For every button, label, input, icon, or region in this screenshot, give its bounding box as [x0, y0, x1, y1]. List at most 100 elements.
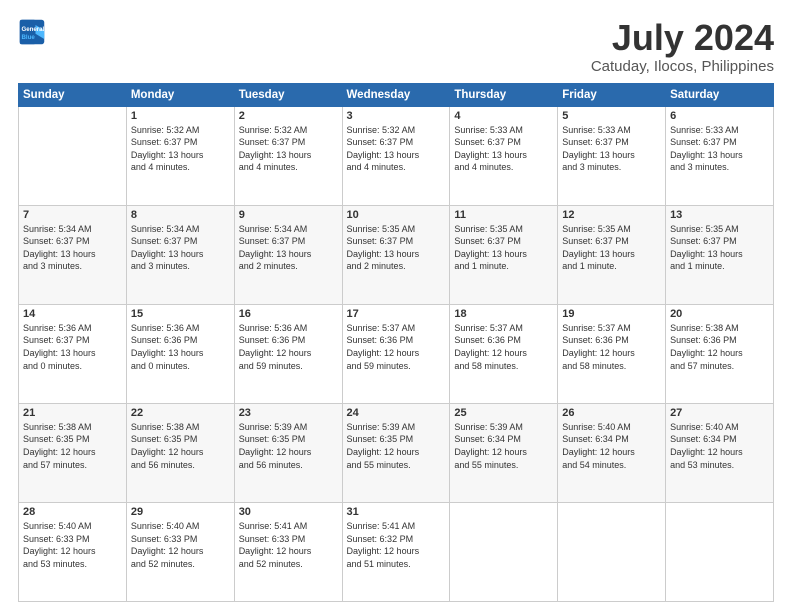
calendar-cell: 23Sunrise: 5:39 AM Sunset: 6:35 PM Dayli… [234, 403, 342, 502]
cell-text: Sunrise: 5:41 AM Sunset: 6:33 PM Dayligh… [239, 520, 338, 570]
calendar-cell: 4 Sunrise: 5:33 AM Sunset: 6:37 PM Daylig… [450, 106, 558, 205]
calendar-cell: 14 Sunrise: 5:36 AM Sunset: 6:37 PM Dayli… [19, 304, 127, 403]
day-number: 15 [131, 308, 230, 320]
cell-text: Sunrise: 5:37 AM Sunset: 6:36 PM Dayligh… [347, 322, 446, 372]
calendar-day-header: Thursday [450, 83, 558, 106]
calendar-cell: 30Sunrise: 5:41 AM Sunset: 6:33 PM Dayli… [234, 502, 342, 601]
calendar-header-row: SundayMondayTuesdayWednesdayThursdayFrid… [19, 83, 774, 106]
calendar-cell: 26 Sunrise: 5:40 AM Sunset: 6:34 PM Dayli… [558, 403, 666, 502]
day-number: 22 [131, 407, 230, 419]
cell-text: Sunrise: 5:34 AM Sunset: 6:37 PM Dayligh… [239, 223, 338, 273]
day-number: 18 [454, 308, 553, 320]
calendar-cell: 16 Sunrise: 5:36 AM Sunset: 6:36 PM Dayli… [234, 304, 342, 403]
day-number: 16 [239, 308, 338, 320]
cell-text: Sunrise: 5:35 AM Sunset: 6:37 PM Dayligh… [562, 223, 661, 273]
cell-text: Sunrise: 5:40 AM Sunset: 6:34 PM Dayligh… [562, 421, 661, 471]
day-number: 13 [670, 209, 769, 221]
calendar-cell: 8 Sunrise: 5:34 AM Sunset: 6:37 PM Daylig… [126, 205, 234, 304]
cell-text: Sunrise: 5:32 AM Sunset: 6:37 PM Dayligh… [131, 124, 230, 174]
calendar-cell: 15 Sunrise: 5:36 AM Sunset: 6:36 PM Dayli… [126, 304, 234, 403]
day-number: 9 [239, 209, 338, 221]
calendar-week-row: 28Sunrise: 5:40 AM Sunset: 6:33 PM Dayli… [19, 502, 774, 601]
calendar-cell: 2 Sunrise: 5:32 AM Sunset: 6:37 PM Daylig… [234, 106, 342, 205]
calendar-cell: 9 Sunrise: 5:34 AM Sunset: 6:37 PM Daylig… [234, 205, 342, 304]
day-number: 24 [347, 407, 446, 419]
day-number: 10 [347, 209, 446, 221]
cell-text: Sunrise: 5:36 AM Sunset: 6:36 PM Dayligh… [131, 322, 230, 372]
calendar-cell: 13 Sunrise: 5:35 AM Sunset: 6:37 PM Dayli… [666, 205, 774, 304]
calendar-cell: 12 Sunrise: 5:35 AM Sunset: 6:37 PM Dayli… [558, 205, 666, 304]
cell-text: Sunrise: 5:35 AM Sunset: 6:37 PM Dayligh… [347, 223, 446, 273]
cell-text: Sunrise: 5:35 AM Sunset: 6:37 PM Dayligh… [670, 223, 769, 273]
cell-text: Sunrise: 5:38 AM Sunset: 6:36 PM Dayligh… [670, 322, 769, 372]
svg-text:Blue: Blue [22, 34, 36, 41]
calendar-cell: 27 Sunrise: 5:40 AM Sunset: 6:34 PM Dayli… [666, 403, 774, 502]
day-number: 3 [347, 110, 446, 122]
calendar-cell: 5 Sunrise: 5:33 AM Sunset: 6:37 PM Daylig… [558, 106, 666, 205]
month-title: July 2024 [591, 18, 774, 58]
calendar-day-header: Monday [126, 83, 234, 106]
cell-text: Sunrise: 5:33 AM Sunset: 6:37 PM Dayligh… [562, 124, 661, 174]
header: General Blue July 2024 Catuday, Ilocos, … [18, 18, 774, 75]
page: General Blue July 2024 Catuday, Ilocos, … [0, 0, 792, 612]
title-block: July 2024 Catuday, Ilocos, Philippines [591, 18, 774, 75]
cell-text: Sunrise: 5:33 AM Sunset: 6:37 PM Dayligh… [670, 124, 769, 174]
calendar-cell: 19Sunrise: 5:37 AM Sunset: 6:36 PM Dayli… [558, 304, 666, 403]
calendar-cell: 3 Sunrise: 5:32 AM Sunset: 6:37 PM Daylig… [342, 106, 450, 205]
day-number: 4 [454, 110, 553, 122]
cell-text: Sunrise: 5:35 AM Sunset: 6:37 PM Dayligh… [454, 223, 553, 273]
cell-text: Sunrise: 5:40 AM Sunset: 6:34 PM Dayligh… [670, 421, 769, 471]
logo-icon: General Blue [18, 18, 46, 46]
cell-text: Sunrise: 5:41 AM Sunset: 6:32 PM Dayligh… [347, 520, 446, 570]
svg-text:General: General [22, 26, 45, 33]
calendar-cell: 7 Sunrise: 5:34 AM Sunset: 6:37 PM Daylig… [19, 205, 127, 304]
calendar-cell: 31 Sunrise: 5:41 AM Sunset: 6:32 PM Dayli… [342, 502, 450, 601]
day-number: 31 [347, 506, 446, 518]
day-number: 7 [23, 209, 122, 221]
cell-text: Sunrise: 5:32 AM Sunset: 6:37 PM Dayligh… [239, 124, 338, 174]
calendar-cell: 28Sunrise: 5:40 AM Sunset: 6:33 PM Dayli… [19, 502, 127, 601]
day-number: 11 [454, 209, 553, 221]
calendar-cell [666, 502, 774, 601]
calendar-week-row: 1Sunrise: 5:32 AM Sunset: 6:37 PM Daylig… [19, 106, 774, 205]
calendar-cell: 18Sunrise: 5:37 AM Sunset: 6:36 PM Dayli… [450, 304, 558, 403]
cell-text: Sunrise: 5:39 AM Sunset: 6:35 PM Dayligh… [347, 421, 446, 471]
day-number: 5 [562, 110, 661, 122]
location-title: Catuday, Ilocos, Philippines [591, 58, 774, 75]
calendar-day-header: Friday [558, 83, 666, 106]
day-number: 14 [23, 308, 122, 320]
calendar-week-row: 7 Sunrise: 5:34 AM Sunset: 6:37 PM Daylig… [19, 205, 774, 304]
cell-text: Sunrise: 5:34 AM Sunset: 6:37 PM Dayligh… [131, 223, 230, 273]
logo: General Blue [18, 18, 46, 46]
calendar-cell: 1Sunrise: 5:32 AM Sunset: 6:37 PM Daylig… [126, 106, 234, 205]
calendar-cell [450, 502, 558, 601]
calendar-day-header: Tuesday [234, 83, 342, 106]
calendar-cell [19, 106, 127, 205]
calendar-cell: 29 Sunrise: 5:40 AM Sunset: 6:33 PM Dayli… [126, 502, 234, 601]
day-number: 12 [562, 209, 661, 221]
day-number: 25 [454, 407, 553, 419]
cell-text: Sunrise: 5:39 AM Sunset: 6:34 PM Dayligh… [454, 421, 553, 471]
calendar-cell [558, 502, 666, 601]
day-number: 26 [562, 407, 661, 419]
calendar-table: SundayMondayTuesdayWednesdayThursdayFrid… [18, 83, 774, 602]
calendar-cell: 21Sunrise: 5:38 AM Sunset: 6:35 PM Dayli… [19, 403, 127, 502]
cell-text: Sunrise: 5:32 AM Sunset: 6:37 PM Dayligh… [347, 124, 446, 174]
calendar-cell: 24 Sunrise: 5:39 AM Sunset: 6:35 PM Dayli… [342, 403, 450, 502]
day-number: 8 [131, 209, 230, 221]
cell-text: Sunrise: 5:40 AM Sunset: 6:33 PM Dayligh… [23, 520, 122, 570]
day-number: 29 [131, 506, 230, 518]
cell-text: Sunrise: 5:33 AM Sunset: 6:37 PM Dayligh… [454, 124, 553, 174]
cell-text: Sunrise: 5:40 AM Sunset: 6:33 PM Dayligh… [131, 520, 230, 570]
cell-text: Sunrise: 5:39 AM Sunset: 6:35 PM Dayligh… [239, 421, 338, 471]
cell-text: Sunrise: 5:34 AM Sunset: 6:37 PM Dayligh… [23, 223, 122, 273]
cell-text: Sunrise: 5:36 AM Sunset: 6:37 PM Dayligh… [23, 322, 122, 372]
day-number: 27 [670, 407, 769, 419]
cell-text: Sunrise: 5:36 AM Sunset: 6:36 PM Dayligh… [239, 322, 338, 372]
day-number: 20 [670, 308, 769, 320]
cell-text: Sunrise: 5:38 AM Sunset: 6:35 PM Dayligh… [23, 421, 122, 471]
cell-text: Sunrise: 5:37 AM Sunset: 6:36 PM Dayligh… [562, 322, 661, 372]
day-number: 2 [239, 110, 338, 122]
calendar-day-header: Saturday [666, 83, 774, 106]
calendar-cell: 25 Sunrise: 5:39 AM Sunset: 6:34 PM Dayli… [450, 403, 558, 502]
